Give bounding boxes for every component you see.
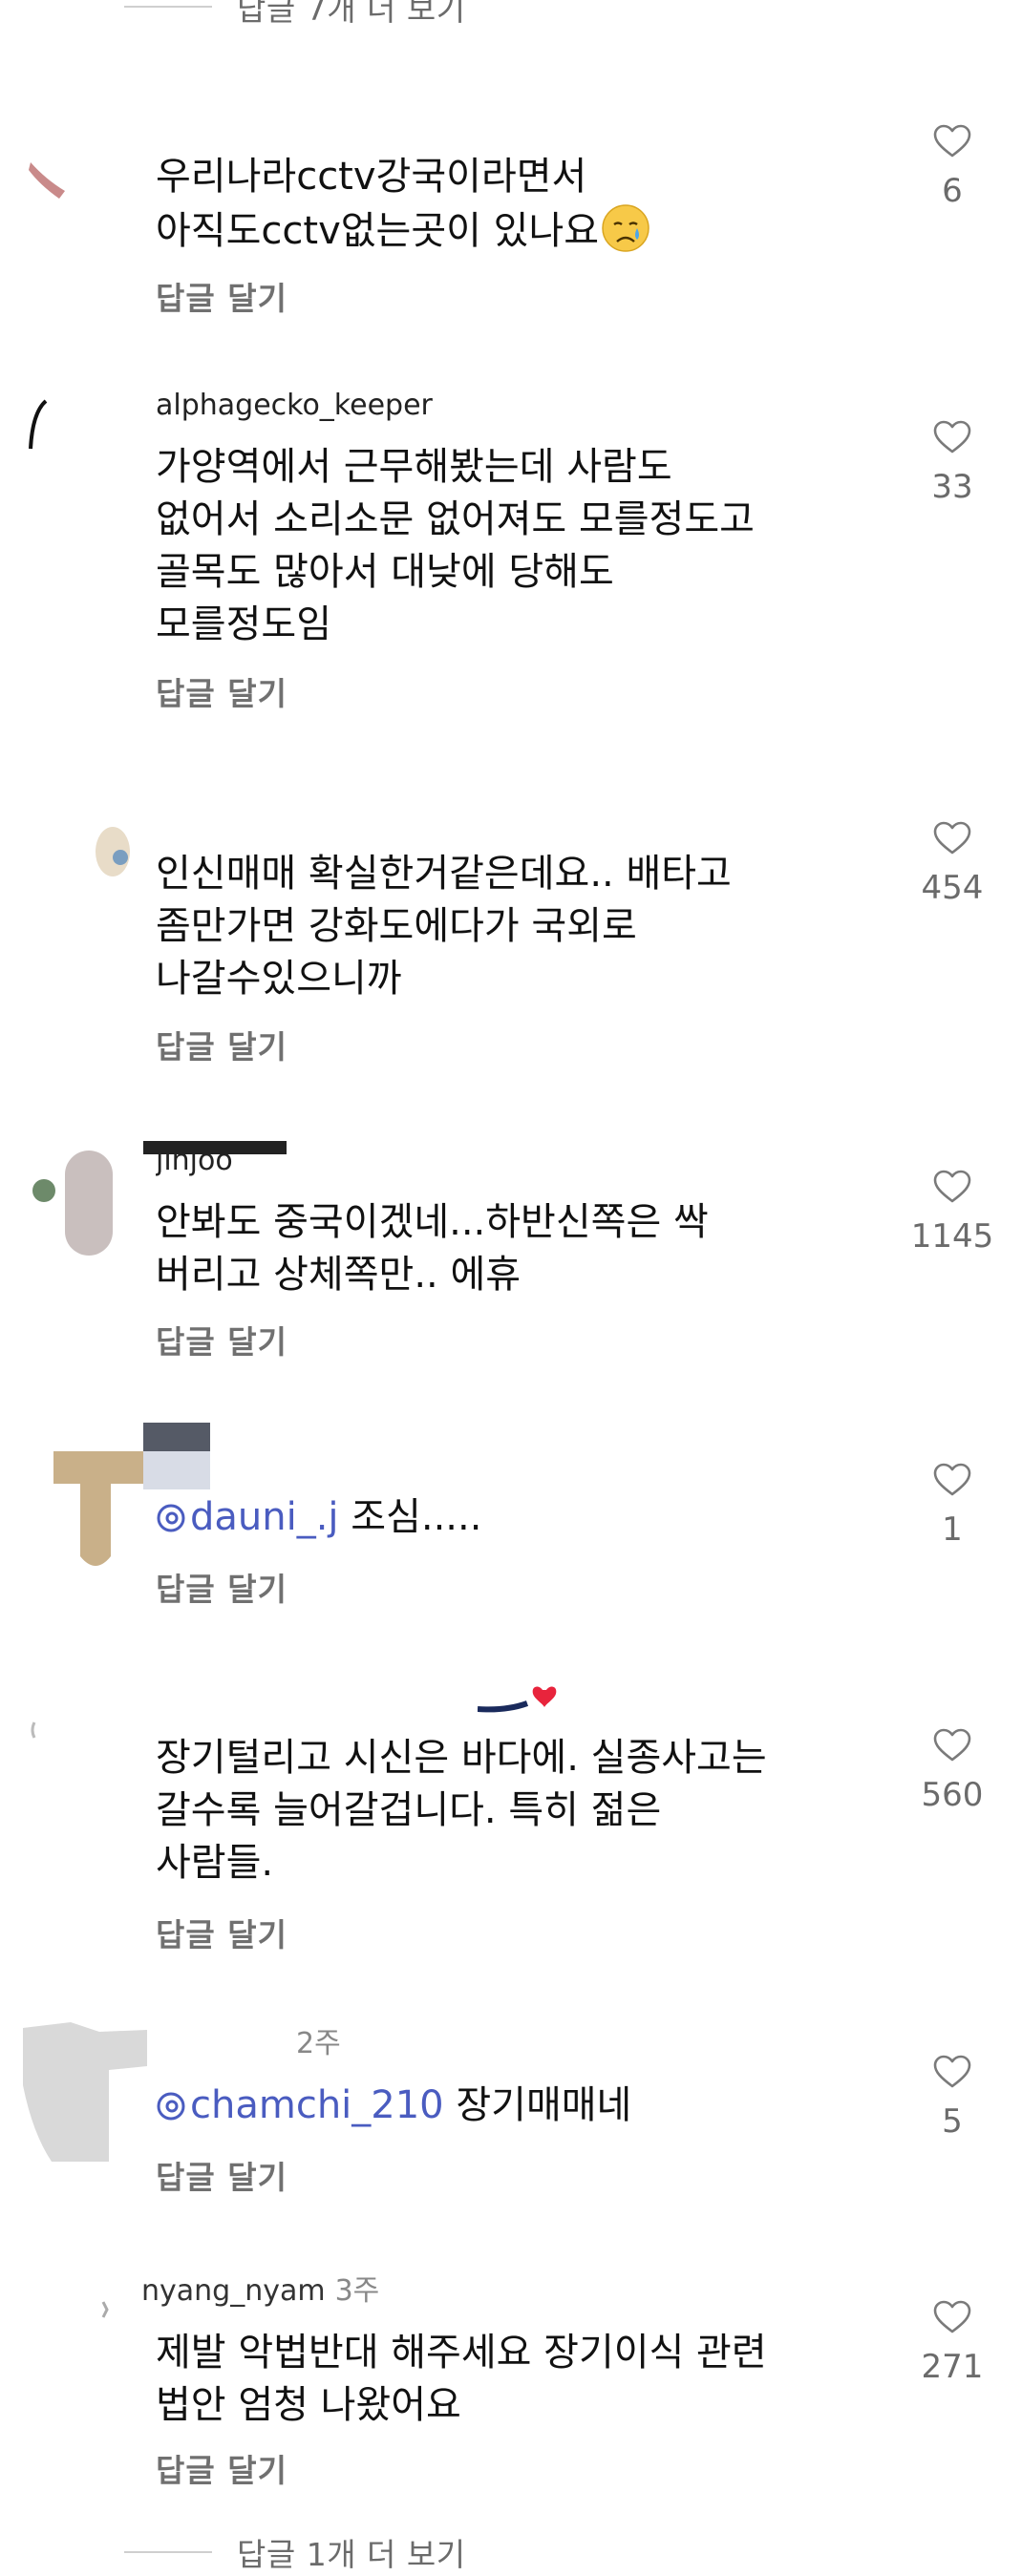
time-ago: 3주 — [334, 2275, 380, 2308]
like-button[interactable]: 6 — [909, 124, 995, 210]
heart-outline-icon — [933, 1728, 971, 1762]
avatar[interactable] — [27, 391, 141, 506]
comment-line: 안봐도 중국이겠네...하반신쪽은 싹 — [156, 1200, 709, 1244]
comment-line: 장기매매네 — [456, 2083, 632, 2127]
comment-line: 아직도cctv없는곳이 있나요 — [156, 209, 600, 253]
time-ago: 2주 — [296, 2028, 341, 2060]
view-more-replies-label: 답글 1개 더 보기 — [237, 2536, 466, 2573]
threads-at-icon — [156, 1491, 186, 1544]
comment-line: 좀만가면 강화도에다가 국외로 — [156, 904, 637, 948]
crying-face-icon — [601, 203, 650, 253]
username-redaction-bar — [143, 1141, 287, 1154]
heart-outline-icon — [933, 821, 971, 855]
like-button[interactable]: 5 — [909, 2055, 995, 2141]
mention-text: chamchi_210 — [190, 2083, 444, 2127]
heart-outline-icon — [933, 1463, 971, 1496]
like-count: 1 — [942, 1510, 963, 1549]
comment-text: chamchi_210 장기매매네 — [156, 2080, 882, 2132]
like-button[interactable]: 454 — [909, 821, 995, 907]
comment-line: 인신매매 확실한거같은데요.. 배타고 — [156, 852, 732, 896]
comment-text: 우리나라cctv강국이라면서 아직도cctv없는곳이 있나요 — [156, 151, 882, 258]
username-text: alphagecko_keeper — [156, 390, 433, 422]
like-count: 271 — [921, 2348, 984, 2386]
heart-outline-icon — [933, 2300, 971, 2333]
like-button[interactable]: 560 — [909, 1728, 995, 1814]
comment-line: 사람들. — [156, 1841, 274, 1885]
like-button[interactable]: 271 — [909, 2300, 995, 2386]
reply-button[interactable]: 답글 달기 — [156, 1022, 287, 1067]
heart-outline-icon — [933, 124, 971, 158]
like-button[interactable]: 1 — [909, 1463, 995, 1549]
heart-outline-icon — [933, 420, 971, 454]
replies-divider-line — [124, 6, 212, 8]
heart-outline-icon — [933, 1170, 971, 1203]
avatar[interactable] — [27, 1151, 151, 1265]
like-count: 1145 — [910, 1217, 994, 1256]
reply-button[interactable]: 답글 달기 — [156, 1564, 287, 1610]
threads-at-icon — [156, 2080, 186, 2132]
comment-line: 제발 악법반대 해주세요 장기이식 관련 — [156, 2331, 767, 2375]
reply-button[interactable]: 답글 달기 — [156, 2152, 287, 2198]
comment-line: 갈수록 늘어갈겁니다. 특히 젊은 — [156, 1788, 662, 1832]
comment-text: dauni_.j 조심..... — [156, 1491, 882, 1544]
comment-line: 없어서 소리소문 없어져도 모를정도고 — [156, 497, 755, 541]
like-count: 33 — [931, 468, 973, 506]
comment-line: 버리고 상체쪽만.. 에휴 — [156, 1253, 522, 1297]
username-text: nyang_nyam — [141, 2275, 326, 2308]
reply-button[interactable]: 답글 달기 — [156, 2445, 287, 2491]
like-count: 454 — [921, 869, 984, 907]
comment-text: 제발 악법반대 해주세요 장기이식 관련 법안 엄청 나왔어요 — [156, 2327, 882, 2432]
verified-heart-icon — [477, 1680, 564, 1717]
heart-outline-icon — [933, 2055, 971, 2088]
comment-line: 우리나라cctv강국이라면서 — [156, 155, 587, 199]
avatar[interactable] — [27, 1709, 141, 1824]
like-count: 5 — [942, 2102, 963, 2141]
like-count: 6 — [942, 172, 963, 210]
mention-text: dauni_.j — [190, 1495, 339, 1539]
avatar[interactable] — [27, 124, 141, 239]
comment-line: 나갈수있으니까 — [156, 957, 402, 1001]
comment-line: 조심..... — [351, 1495, 482, 1539]
comment-text: 안봐도 중국이겠네...하반신쪽은 싹 버리고 상체쪽만.. 에휴 — [156, 1196, 882, 1301]
comment-text: 가양역에서 근무해봤는데 사람도 없어서 소리소문 없어져도 모를정도고 골목도… — [156, 441, 882, 651]
replies-divider-line — [124, 2551, 212, 2553]
comment-username[interactable]: nyang_nyam 3주 — [141, 2275, 379, 2308]
reply-button[interactable]: 답글 달기 — [156, 668, 287, 714]
avatar[interactable] — [27, 802, 141, 917]
comment-text: 인신매매 확실한거같은데요.. 배타고 좀만가면 강화도에다가 국외로 나갈수있… — [156, 848, 882, 1005]
like-button[interactable]: 1145 — [909, 1170, 995, 1256]
comment-username[interactable]: 2주 — [287, 2028, 341, 2060]
view-more-replies-label: 답글 7개 더 보기 — [237, 0, 466, 28]
reply-button[interactable]: 답글 달기 — [156, 273, 287, 319]
comment-line: 법안 엄청 나왔어요 — [156, 2383, 461, 2427]
comment-line: 가양역에서 근무해봤는데 사람도 — [156, 445, 672, 489]
like-count: 560 — [921, 1776, 984, 1814]
reply-button[interactable]: 답글 달기 — [156, 1910, 287, 1955]
comment-line: 모를정도임 — [156, 602, 331, 646]
view-more-replies-bottom[interactable]: 답글 1개 더 보기 — [124, 2528, 466, 2576]
comment-text: 장기털리고 시신은 바다에. 실종사고는 갈수록 늘어갈겁니다. 특히 젊은 사… — [156, 1732, 882, 1890]
comment-line: 장기털리고 시신은 바다에. 실종사고는 — [156, 1736, 767, 1780]
avatar[interactable] — [76, 2296, 134, 2354]
mention-link[interactable]: dauni_.j — [156, 1495, 339, 1539]
avatar[interactable] — [13, 2009, 166, 2162]
comment-line: 골목도 많아서 대낮에 당해도 — [156, 550, 614, 594]
comment-username[interactable]: alphagecko_keeper — [156, 390, 433, 422]
view-more-replies-top[interactable]: 답글 7개 더 보기 — [124, 0, 466, 31]
like-button[interactable]: 33 — [909, 420, 995, 506]
reply-button[interactable]: 답글 달기 — [156, 1317, 287, 1362]
mention-link[interactable]: chamchi_210 — [156, 2083, 444, 2127]
